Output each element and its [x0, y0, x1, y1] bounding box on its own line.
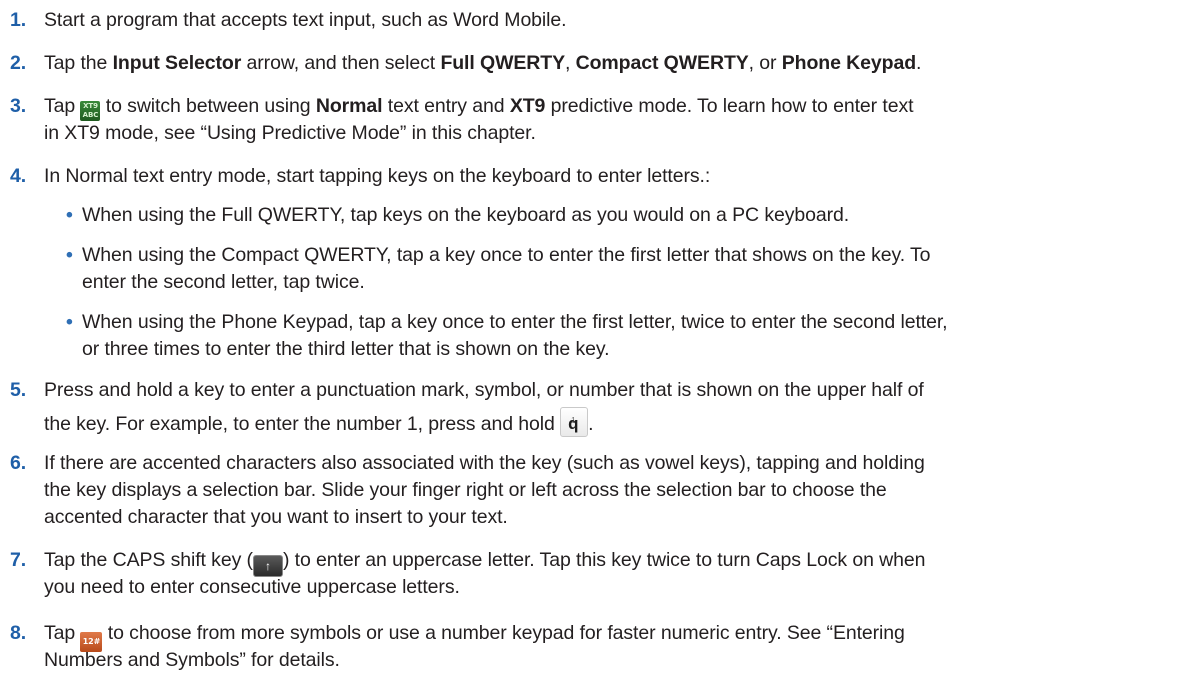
- step-number: 2.: [10, 52, 27, 74]
- step-text: Press and hold a key to enter a punctuat…: [44, 379, 924, 401]
- step-text: In Normal text entry mode, start tapping…: [44, 165, 711, 187]
- bullet-marker: •: [66, 311, 73, 333]
- q-key-icon: 1q: [560, 407, 589, 437]
- step-number: 8.: [10, 622, 27, 644]
- step-text-continued: in XT9 mode, see “Using Predictive Mode”…: [44, 122, 536, 144]
- bullet-marker: •: [66, 204, 73, 226]
- bullet-text: When using the Phone Keypad, tap a key o…: [82, 311, 948, 333]
- bullet-marker: •: [66, 244, 73, 266]
- step-number: 6.: [10, 452, 27, 474]
- step-text: Tap the Input Selector arrow, and then s…: [44, 52, 922, 74]
- step-text-continued: the key. For example, to enter the numbe…: [44, 407, 594, 437]
- step-text: Tap XT9 ABC to switch between using Norma…: [44, 95, 914, 121]
- bullet-text-continued: enter the second letter, tap twice.: [82, 271, 365, 293]
- bullet-text-continued: or three times to enter the third letter…: [82, 338, 610, 360]
- step-number: 4.: [10, 165, 27, 187]
- step-number: 7.: [10, 549, 27, 571]
- step-number: 3.: [10, 95, 27, 117]
- step-text-continued: Numbers and Symbols” for details.: [44, 649, 340, 671]
- step-text: Tap the CAPS shift key (↑) to enter an u…: [44, 548, 925, 577]
- step-number: 1.: [10, 9, 27, 31]
- step-text-continued: accented character that you want to inse…: [44, 506, 508, 528]
- bullet-text: When using the Full QWERTY, tap keys on …: [82, 204, 850, 226]
- step-text-continued: you need to enter consecutive uppercase …: [44, 576, 460, 598]
- bullet-text: When using the Compact QWERTY, tap a key…: [82, 244, 931, 266]
- step-text: If there are accented characters also as…: [44, 452, 925, 474]
- step-text-continued: the key displays a selection bar. Slide …: [44, 479, 887, 501]
- instruction-document: 1. Start a program that accepts text inp…: [0, 0, 1202, 698]
- caps-shift-icon: ↑: [252, 555, 283, 577]
- step-number: 5.: [10, 379, 27, 401]
- step-text: Start a program that accepts text input,…: [44, 9, 567, 31]
- xt9-mode-icon: XT9 ABC: [80, 101, 101, 121]
